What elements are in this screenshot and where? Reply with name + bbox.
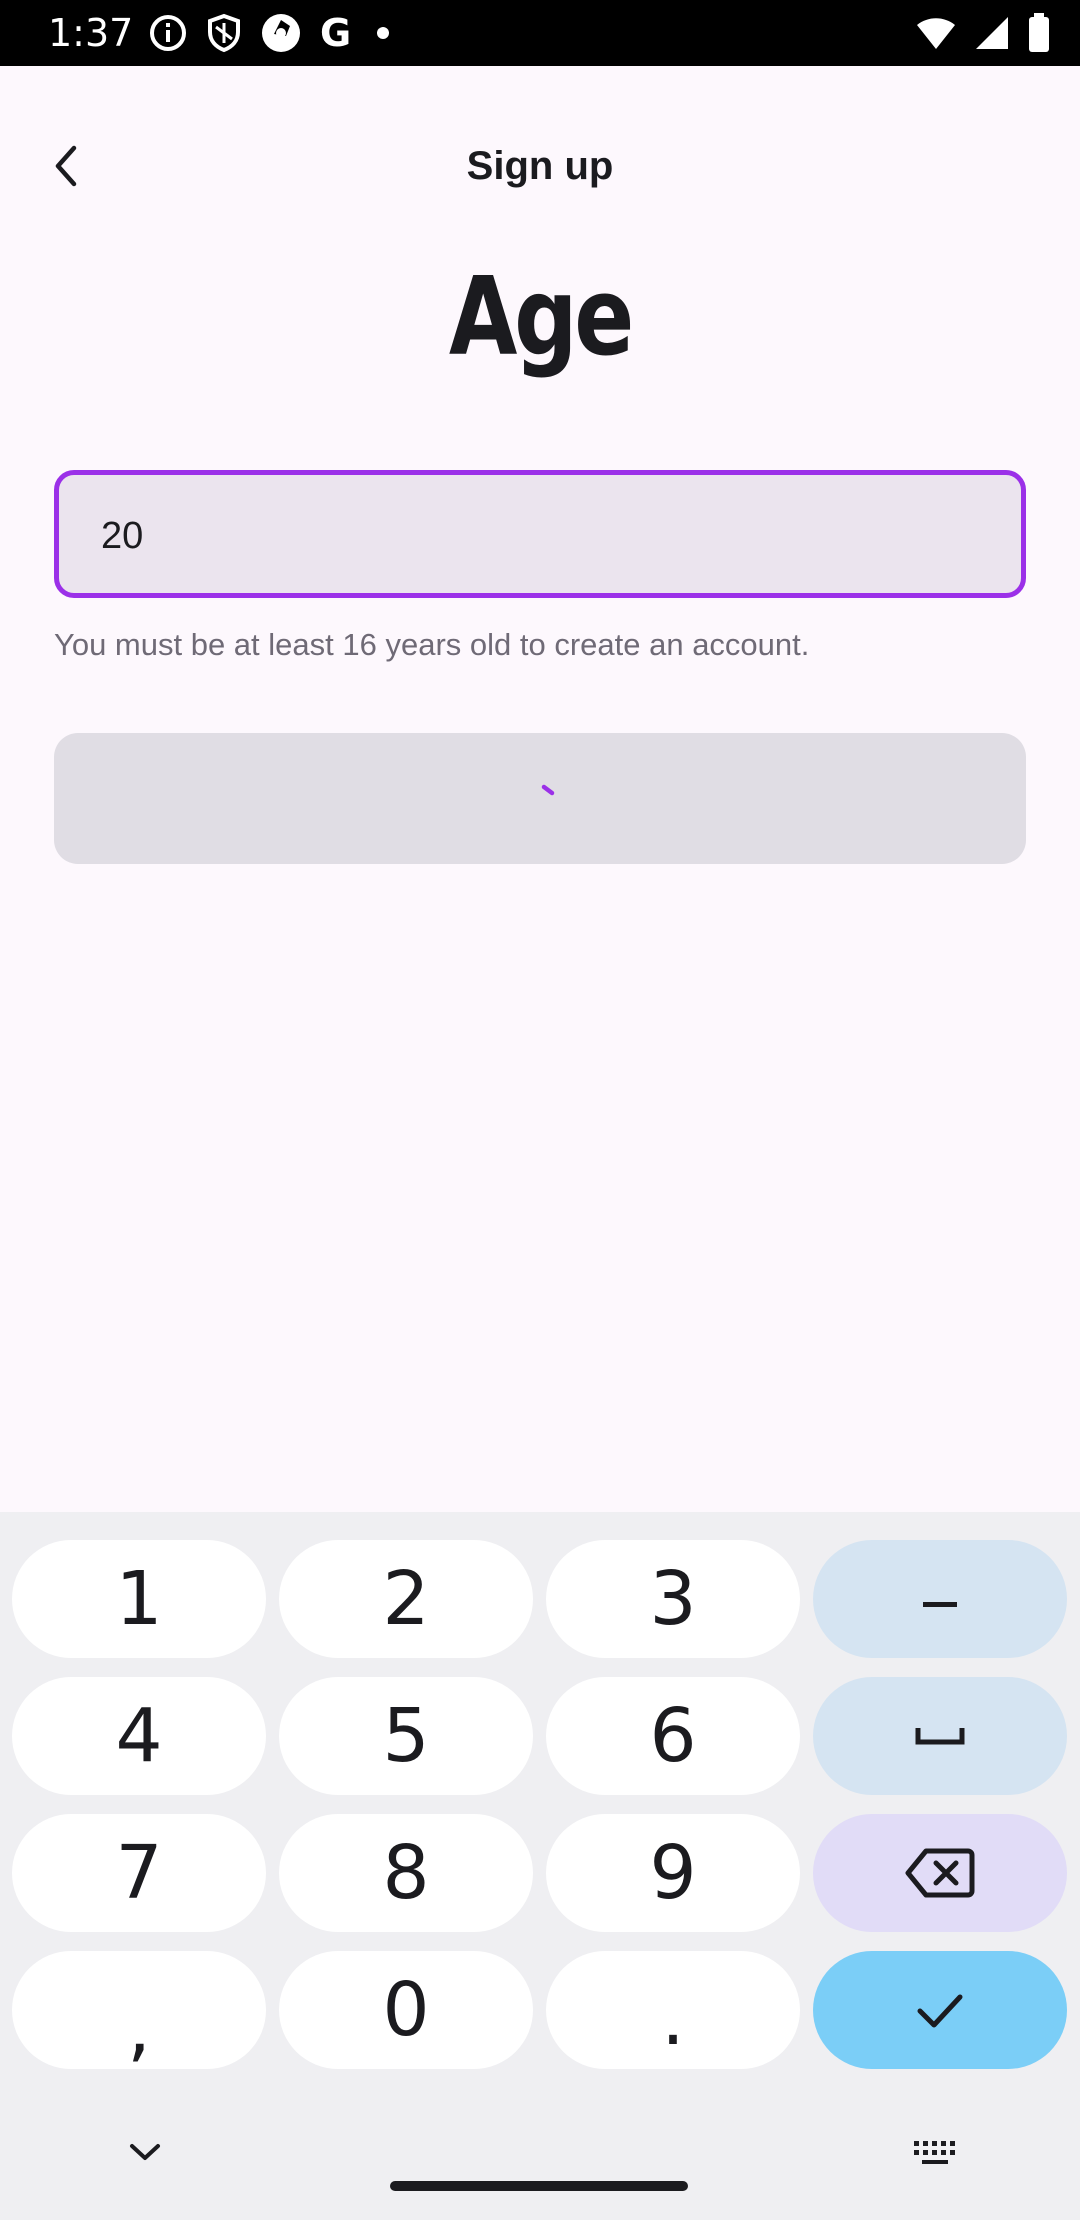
key-2[interactable]: 2 [279,1540,533,1658]
key-1[interactable]: 1 [12,1540,266,1658]
battery-icon [1029,13,1049,52]
key-done[interactable] [813,1951,1067,2069]
key-7[interactable]: 7 [12,1814,266,1932]
key-8-label: 8 [382,1830,430,1916]
key-9[interactable]: 9 [546,1814,800,1932]
key-period[interactable]: . [546,1951,800,2069]
check-icon [917,1994,963,2028]
key-9-label: 9 [649,1830,697,1916]
info-icon [150,15,186,51]
numeric-keyboard: 1 2 3 4 5 6 7 8 9 , 0 . [0,1512,1080,2220]
hide-keyboard-button[interactable] [124,2138,166,2173]
status-time: 1:37 [48,11,134,55]
chevron-down-icon [130,2144,160,2160]
shield-icon [208,13,240,53]
age-input[interactable]: 20 [54,470,1026,598]
home-indicator[interactable] [390,2181,688,2191]
switch-keyboard-button[interactable] [912,2138,958,2173]
key-period-label: . [661,1976,685,2062]
age-heading: Age [448,255,634,380]
key-3-label: 3 [649,1556,697,1642]
age-input-value[interactable]: 20 [101,509,143,563]
key-comma-label: , [127,1985,151,2071]
space-icon [915,1728,965,1745]
status-notification-icons: G [148,11,390,55]
page-title: Sign up [466,144,614,188]
backspace-icon [905,1848,975,1898]
key-1-label: 1 [115,1556,163,1642]
notification-dot-icon [377,27,390,39]
status-bar: 1:37 G [0,0,1080,66]
status-system-icons [916,11,1050,55]
key-8[interactable]: 8 [279,1814,533,1932]
key-2-label: 2 [382,1556,430,1642]
key-7-label: 7 [115,1830,163,1916]
age-helper-text: You must be at least 16 years old to cre… [54,627,810,662]
key-3[interactable]: 3 [546,1540,800,1658]
loading-spinner-icon [541,784,555,796]
key-backspace[interactable] [813,1814,1067,1932]
key-space[interactable] [813,1677,1067,1795]
key-4[interactable]: 4 [12,1677,266,1795]
key-0[interactable]: 0 [279,1951,533,2069]
key-4-label: 4 [115,1693,163,1779]
key-comma[interactable]: , [12,1951,266,2071]
shutter-app-icon [262,14,300,52]
key-6-label: 6 [649,1693,697,1779]
keyboard-icon [914,2141,955,2164]
key-minus[interactable] [813,1540,1067,1658]
wifi-icon [917,18,955,49]
key-0-label: 0 [382,1967,430,2053]
continue-button[interactable] [54,733,1026,864]
key-5[interactable]: 5 [279,1677,533,1795]
key-6[interactable]: 6 [546,1677,800,1795]
key-5-label: 5 [382,1693,430,1779]
google-icon: G [320,11,352,55]
signal-icon [976,17,1008,49]
minus-icon [923,1602,957,1607]
